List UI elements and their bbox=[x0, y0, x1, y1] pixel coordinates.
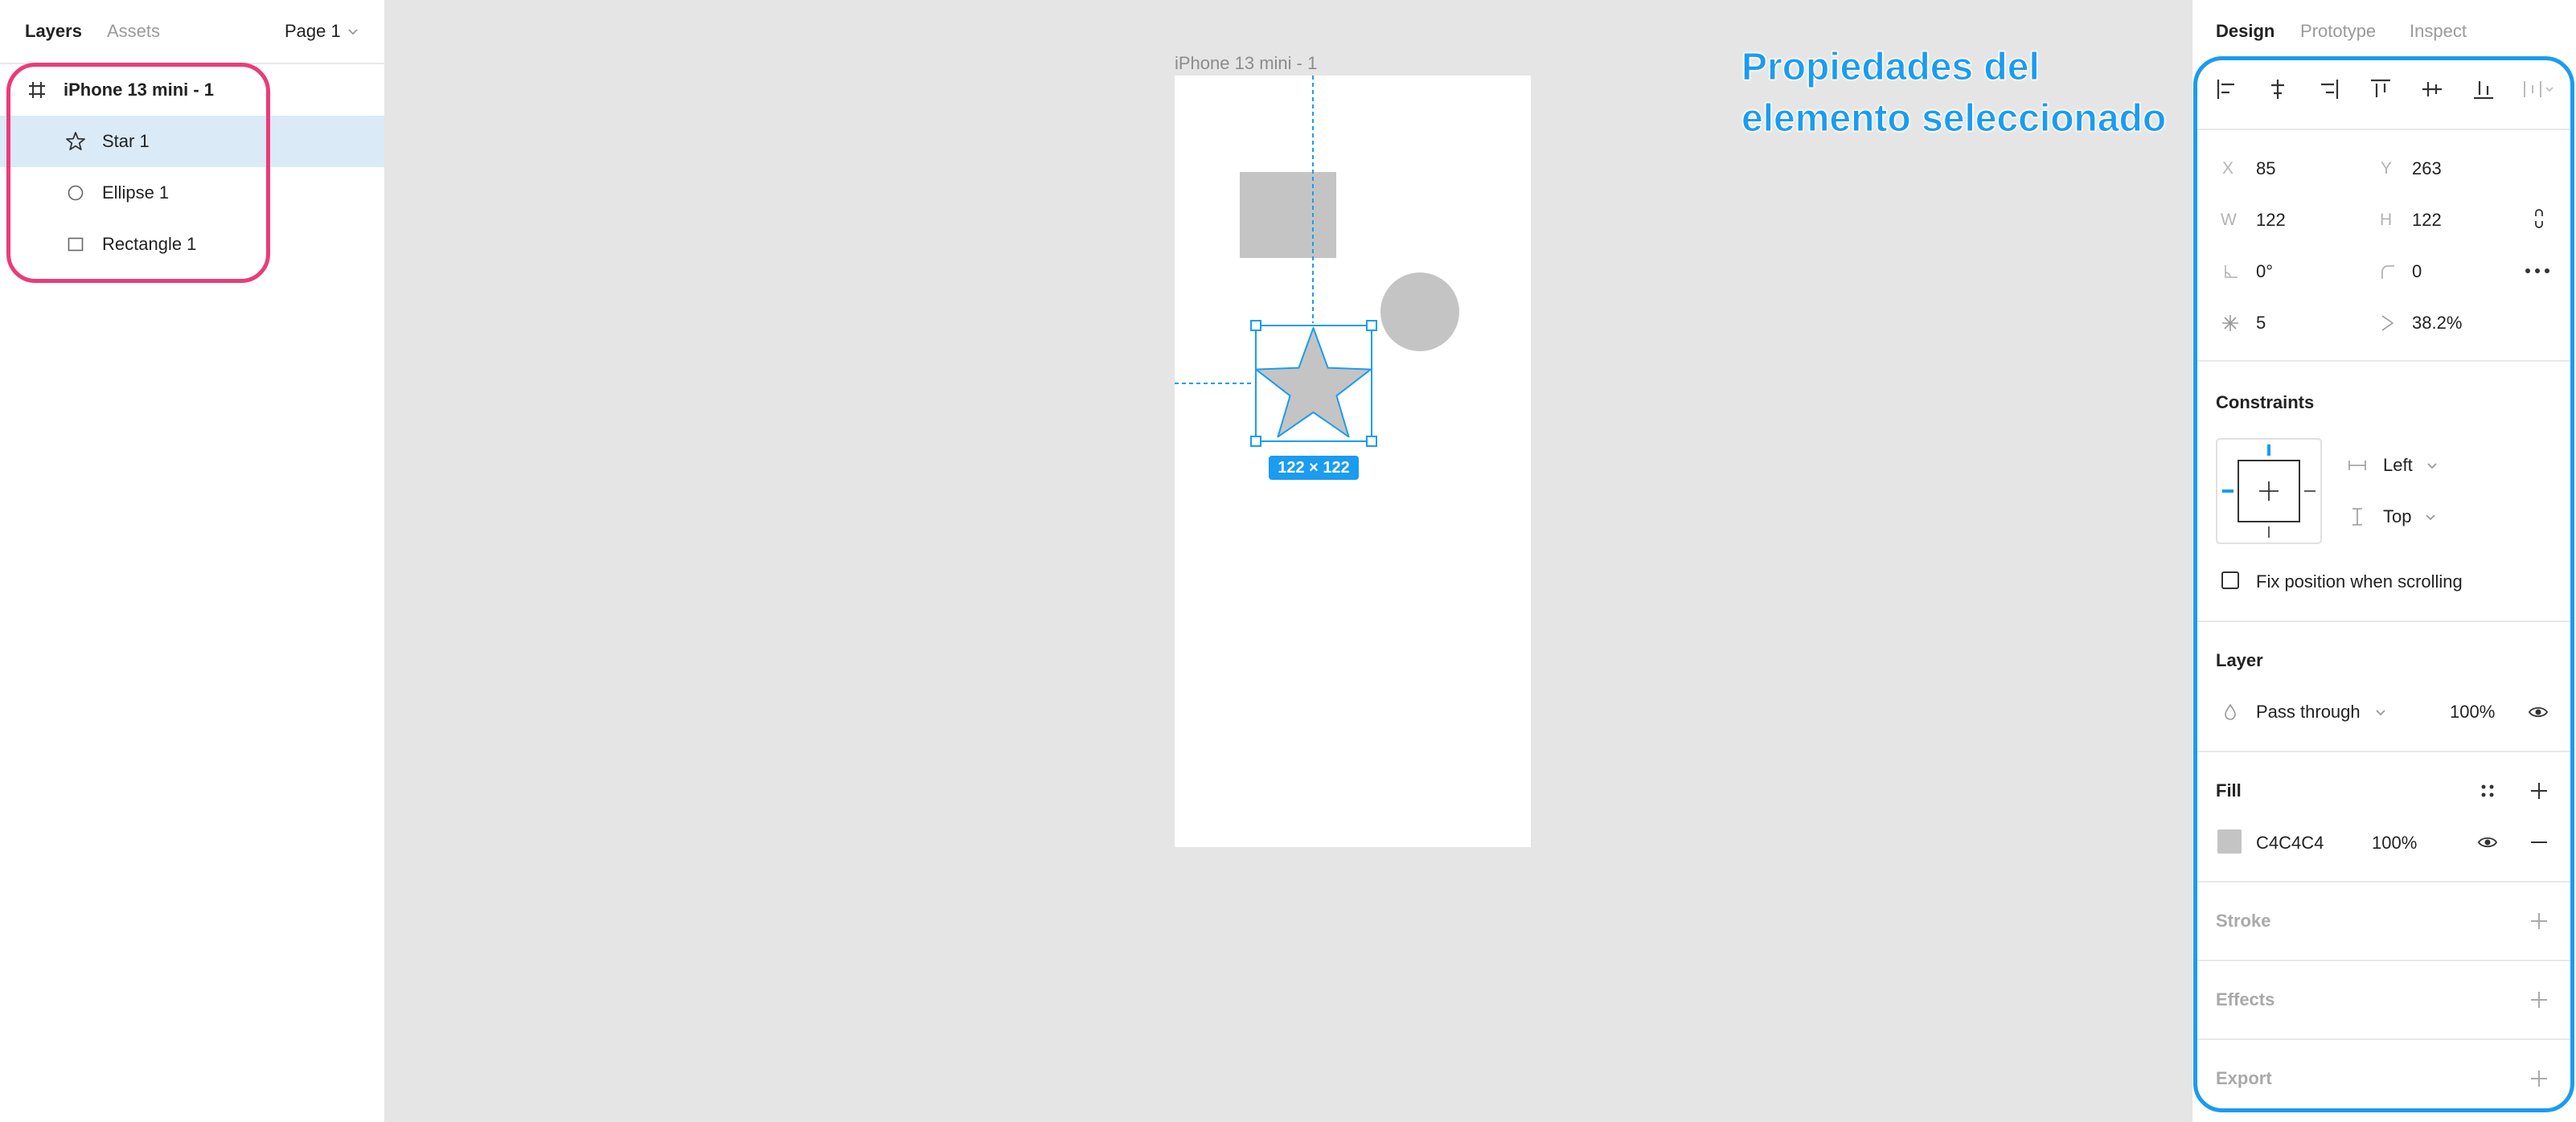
selection-size-badge: 122 × 122 bbox=[1269, 456, 1359, 480]
properties-highlight-annotation bbox=[2193, 56, 2574, 1112]
canvas-overlay bbox=[1175, 76, 1459, 447]
tab-inspect[interactable]: Inspect bbox=[2410, 21, 2467, 42]
tab-design[interactable]: Design bbox=[2216, 21, 2275, 42]
star-shape[interactable] bbox=[1255, 327, 1372, 438]
resize-handle[interactable] bbox=[1250, 436, 1261, 447]
resize-handle[interactable] bbox=[1366, 320, 1377, 331]
tab-prototype[interactable]: Prototype bbox=[2300, 21, 2376, 42]
resize-handle[interactable] bbox=[1250, 320, 1261, 331]
resize-handle[interactable] bbox=[1366, 436, 1377, 447]
ellipse-shape[interactable] bbox=[1380, 272, 1459, 351]
annotation-text: Propiedades del elemento seleccionado bbox=[1741, 46, 2167, 141]
rectangle-shape[interactable] bbox=[1240, 172, 1336, 258]
